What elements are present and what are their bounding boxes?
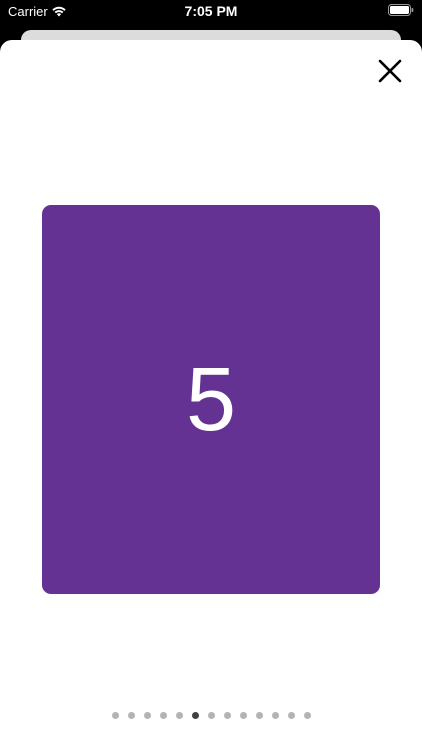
page-dot[interactable] xyxy=(111,711,119,719)
page-dot[interactable] xyxy=(143,711,151,719)
page-dot[interactable] xyxy=(287,711,295,719)
page-dot[interactable] xyxy=(303,711,311,719)
close-icon[interactable] xyxy=(376,57,404,85)
page-dot[interactable] xyxy=(239,711,247,719)
page-dot[interactable] xyxy=(127,711,135,719)
page-dot[interactable] xyxy=(207,711,215,719)
page-dot[interactable] xyxy=(175,711,183,719)
number-card[interactable]: 5 xyxy=(42,205,380,594)
modal-sheet: 5 xyxy=(0,40,422,750)
page-dot[interactable] xyxy=(159,711,167,719)
status-bar: Carrier 7:05 PM xyxy=(0,0,422,24)
battery-icon xyxy=(388,4,414,16)
card-number: 5 xyxy=(185,349,237,450)
page-control[interactable] xyxy=(0,710,422,720)
page-dot-active[interactable] xyxy=(191,711,199,719)
page-dot[interactable] xyxy=(223,711,231,719)
page-dot[interactable] xyxy=(271,711,279,719)
page-dot[interactable] xyxy=(255,711,263,719)
screen: Carrier 7:05 PM 5 xyxy=(0,0,422,750)
clock-time: 7:05 PM xyxy=(184,3,238,19)
